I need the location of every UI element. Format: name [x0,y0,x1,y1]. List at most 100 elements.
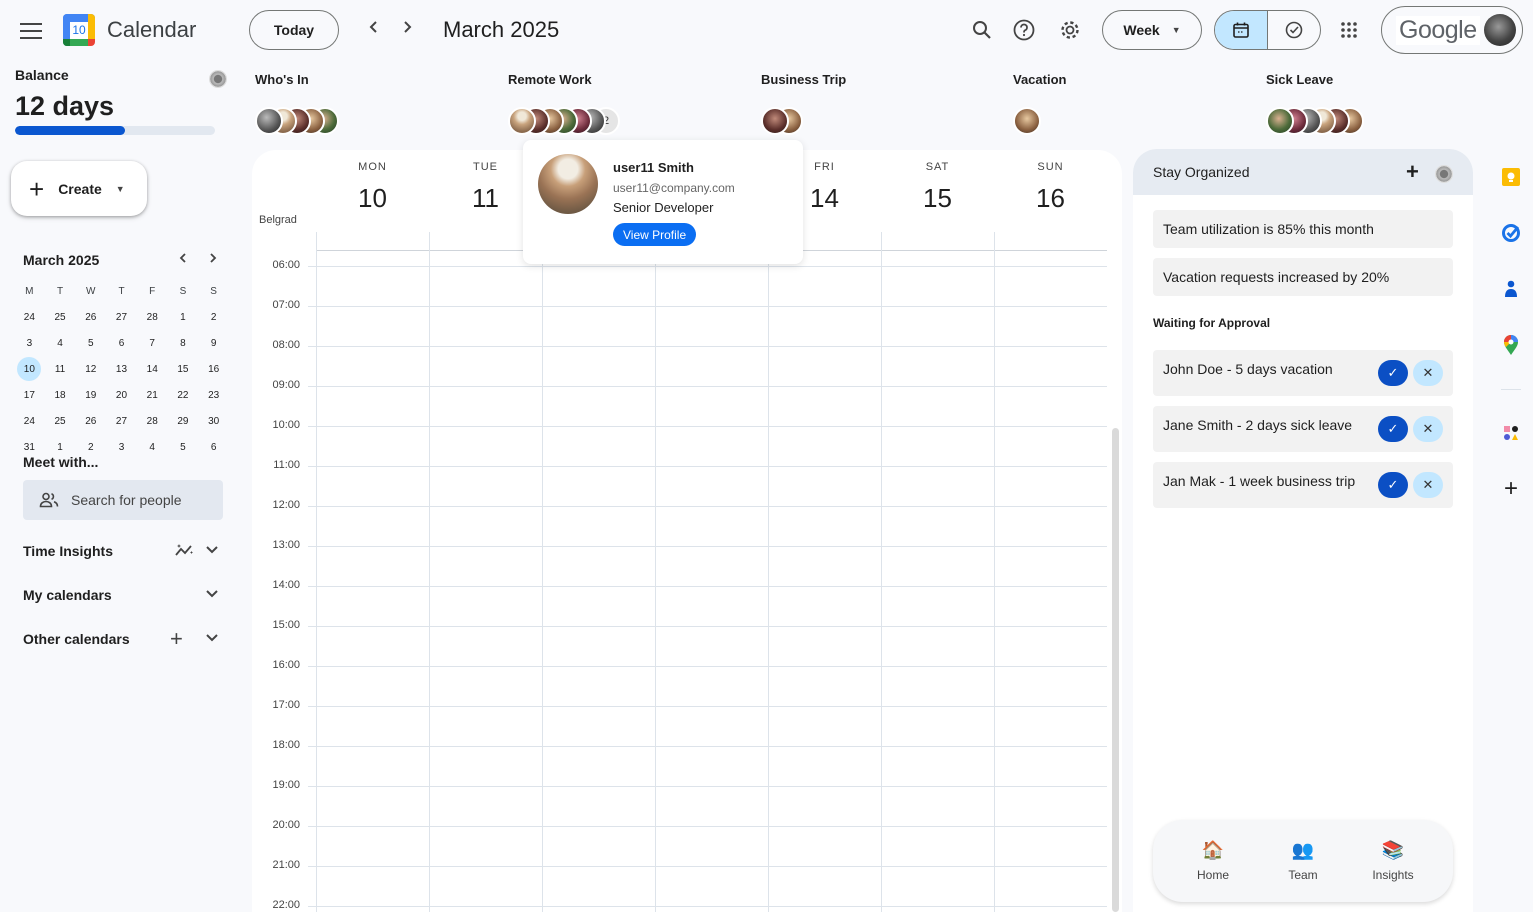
mini-calendar-day[interactable]: 10 [14,356,45,382]
balance-settings-icon[interactable] [209,70,227,88]
view-select-dropdown[interactable]: Week ▼ [1102,10,1202,50]
calendar-scrollbar[interactable] [1112,428,1119,912]
mini-calendar-day[interactable]: 7 [137,330,168,356]
account-button[interactable]: Google [1381,6,1523,54]
mini-calendar-day[interactable]: 28 [137,408,168,434]
mini-calendar-day[interactable]: 1 [168,304,199,330]
sidebar-section-my-calendars[interactable]: My calendars [23,587,112,603]
mini-calendar-day[interactable]: 14 [137,356,168,382]
avatar[interactable] [255,107,283,135]
add-addon-icon[interactable]: + [1500,477,1522,501]
addon-icon[interactable] [1500,422,1522,444]
day-header-sun[interactable]: SUN 16 [994,150,1107,214]
mini-calendar-day[interactable]: 23 [198,382,229,408]
prev-period-button[interactable] [368,19,380,40]
hour-line [308,386,1107,387]
tasks-icon[interactable] [1500,222,1522,244]
search-people-input[interactable]: Search for people [23,480,223,520]
approve-button[interactable]: ✓ [1378,360,1408,386]
mini-calendar-day[interactable]: 27 [106,304,137,330]
mini-calendar-day[interactable]: 5 [168,434,199,460]
view-profile-button[interactable]: View Profile [613,223,697,246]
mini-calendar-day[interactable]: 19 [75,382,106,408]
mini-calendar-day[interactable]: 28 [137,304,168,330]
day-number: 22 [177,389,189,401]
menu-icon [20,23,42,25]
sidebar-section-time-insights[interactable]: Time Insights [23,543,113,559]
mini-calendar-prev[interactable] [177,250,189,271]
mini-calendar-day[interactable]: 3 [14,330,45,356]
tasks-view-button[interactable] [1268,11,1320,49]
approve-button[interactable]: ✓ [1378,472,1408,498]
avatar[interactable] [1013,107,1041,135]
mini-calendar-day[interactable]: 11 [45,356,76,382]
settings-button[interactable] [1056,16,1084,44]
mini-calendar-day[interactable]: 4 [45,330,76,356]
reject-button[interactable]: ✕ [1413,360,1443,386]
status-group-vacation: Vacation [1013,72,1066,135]
avatar[interactable] [761,107,789,135]
mini-calendar-day[interactable]: 5 [75,330,106,356]
mini-calendar-day[interactable]: 16 [198,356,229,382]
mini-calendar-day[interactable]: 2 [198,304,229,330]
mini-calendar-day[interactable]: 26 [75,408,106,434]
avatar[interactable] [508,107,536,135]
sidebar-section-other-calendars[interactable]: Other calendars [23,631,130,647]
hour-label: 20:00 [272,819,300,831]
insights-sparkle-icon[interactable] [175,542,195,563]
mini-calendar-next[interactable] [207,250,219,271]
mini-calendar-day[interactable]: 22 [168,382,199,408]
hour-label: 13:00 [272,539,300,551]
calendar-view-button[interactable] [1215,11,1268,49]
main-menu-button[interactable] [20,20,42,40]
mini-calendar-day[interactable]: 8 [168,330,199,356]
create-button[interactable]: + Create ▼ [11,161,147,216]
mini-calendar-day[interactable]: 30 [198,408,229,434]
panel-settings-icon[interactable] [1435,165,1453,183]
add-other-calendar-icon[interactable]: + [170,628,183,650]
mini-calendar-day[interactable]: 25 [45,408,76,434]
expand-my-calendars[interactable] [204,585,220,604]
reject-button[interactable]: ✕ [1413,472,1443,498]
approve-button[interactable]: ✓ [1378,416,1408,442]
mini-calendar-day[interactable]: 25 [45,304,76,330]
mini-calendar-day[interactable]: 13 [106,356,137,382]
apps-grid-button[interactable] [1335,16,1363,44]
mini-calendar-day[interactable]: 24 [14,408,45,434]
day-number: 2 [210,311,217,323]
mini-calendar-day[interactable]: 9 [198,330,229,356]
nav-home[interactable]: 🏠 Home [1178,840,1248,882]
mini-calendar-day[interactable]: 24 [14,304,45,330]
mini-calendar-day[interactable]: 26 [75,304,106,330]
mini-calendar-day[interactable]: 17 [14,382,45,408]
mini-calendar-day[interactable]: 3 [106,434,137,460]
nav-team[interactable]: 👥 Team [1268,840,1338,882]
contacts-icon[interactable] [1500,278,1522,300]
mini-calendar-day[interactable]: 12 [75,356,106,382]
add-icon[interactable]: + [1406,161,1419,183]
expand-time-insights[interactable] [204,541,220,560]
mini-calendar-day[interactable]: 15 [168,356,199,382]
mini-calendar-day[interactable]: 21 [137,382,168,408]
day-header-mon[interactable]: MON 10 [316,150,429,214]
mini-calendar-day[interactable]: 18 [45,382,76,408]
day-number: 25 [54,311,66,323]
search-button[interactable] [968,16,996,44]
mini-calendar-day[interactable]: 6 [198,434,229,460]
mini-calendar-day[interactable]: 29 [168,408,199,434]
today-button[interactable]: Today [249,10,339,50]
mini-calendar-day[interactable]: 20 [106,382,137,408]
mini-calendar-day[interactable]: 4 [137,434,168,460]
reject-button[interactable]: ✕ [1413,416,1443,442]
keep-icon[interactable] [1500,166,1522,188]
maps-icon[interactable] [1500,334,1522,356]
expand-other-calendars[interactable] [204,629,220,648]
next-period-button[interactable] [401,19,413,40]
mini-calendar-day[interactable]: 27 [106,408,137,434]
avatar[interactable] [1266,107,1294,135]
hour-label: 11:00 [273,459,300,471]
nav-insights[interactable]: 📚 Insights [1358,840,1428,882]
mini-calendar-day[interactable]: 6 [106,330,137,356]
day-header-sat[interactable]: SAT 15 [881,150,994,214]
help-button[interactable] [1010,16,1038,44]
